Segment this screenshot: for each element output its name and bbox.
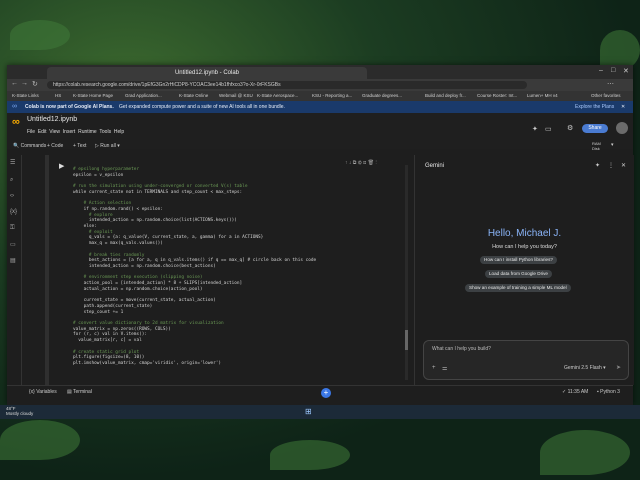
suggestion-chip[interactable]: Show an example of training a simple ML …: [465, 284, 571, 292]
address-bar[interactable]: https://colab.research.google.com/drive/…: [47, 81, 527, 89]
bookmark[interactable]: Webmail @ KSU: [219, 92, 253, 100]
gemini-input-box[interactable]: What can I help you build? + ⚌ Gemini 2.…: [423, 340, 629, 380]
add-cell-button[interactable]: +: [321, 388, 331, 398]
maximize-icon[interactable]: □: [611, 67, 615, 74]
close-icon[interactable]: ✕: [621, 162, 626, 169]
menu-tools[interactable]: Tools: [99, 129, 111, 135]
toolbar-chevron-down-icon[interactable]: ▾: [611, 142, 614, 148]
reload-icon[interactable]: ↻: [32, 80, 38, 88]
menu-view[interactable]: View: [49, 129, 60, 135]
bookmark-other[interactable]: Other favorites: [591, 92, 621, 100]
bookmark[interactable]: Grad Application...: [125, 92, 162, 100]
terminal-button[interactable]: ▤ Terminal: [67, 386, 92, 398]
tab-strip: Untitled12.ipynb - Colab – □ ✕: [7, 65, 633, 79]
run-cell-icon[interactable]: ▶: [59, 162, 64, 170]
menu-file[interactable]: File: [27, 129, 35, 135]
cell-toolbar[interactable]: ↑ ↓ ⧉ ⚙ ⊡ 🗑 ⋮: [345, 160, 377, 166]
cell-gutter: [45, 155, 49, 385]
add-code-button[interactable]: + Code: [47, 143, 63, 149]
bookmarks-bar: K-State Links HS K-State Home Page Grad …: [7, 91, 633, 101]
bookmark[interactable]: HS: [55, 92, 61, 100]
code-editor[interactable]: # epsilong hyperparameter epsilon = v_eps…: [73, 167, 403, 367]
table-of-contents-icon[interactable]: ☰: [10, 159, 15, 166]
menu-runtime[interactable]: Runtime: [78, 129, 97, 135]
menu-help[interactable]: Help: [114, 129, 124, 135]
bookmark[interactable]: Lumen+ MH v4: [527, 92, 558, 100]
forward-icon[interactable]: →: [21, 80, 28, 87]
bookmark[interactable]: Course Roster: Int...: [477, 92, 517, 100]
colab-logo-icon: ∞: [12, 103, 17, 110]
gemini-spark-icon[interactable]: ✦: [595, 162, 600, 169]
tune-icon[interactable]: ⚌: [442, 365, 447, 372]
browser-tab[interactable]: Untitled12.ipynb - Colab: [47, 67, 367, 79]
add-icon[interactable]: +: [432, 365, 436, 371]
terminal-icon[interactable]: ▤: [10, 257, 16, 264]
colab-logo-icon[interactable]: ∞: [12, 116, 20, 128]
explore-plans-link[interactable]: Explore the Plans: [575, 101, 614, 113]
model-selector[interactable]: Gemini 2.5 Flash ▾: [564, 365, 606, 371]
gemini-spark-icon[interactable]: ✦: [532, 125, 538, 133]
code-icon[interactable]: ‹›: [10, 193, 14, 199]
browser-window: Untitled12.ipynb - Colab – □ ✕ ← → ↻ htt…: [7, 65, 634, 405]
gemini-panel: Gemini ✦ ⋮ ✕ Hello, Michael J. How can I…: [414, 155, 634, 385]
bookmark[interactable]: K-State Home Page: [73, 92, 113, 100]
send-icon[interactable]: ➤: [616, 364, 621, 371]
bookmark[interactable]: K-State Links: [12, 92, 39, 100]
left-sidebar: ☰ ⌕ ‹› {x} ⚿ ▭ ▤: [7, 155, 22, 385]
add-text-button[interactable]: + Text: [73, 143, 86, 149]
gemini-greeting: Hello, Michael J.: [487, 228, 562, 239]
bookmark[interactable]: K-State Aerospace...: [257, 92, 298, 100]
key-icon[interactable]: ⚿: [10, 225, 15, 232]
code-line[interactable]: plt.imshow(value_matrix, cmap='viridis',…: [73, 361, 403, 367]
avatar[interactable]: [616, 122, 628, 134]
variables-button[interactable]: {x} Variables: [29, 386, 57, 398]
bookmark[interactable]: KSU - Reporting a...: [312, 92, 352, 100]
bookmark[interactable]: Graduate degrees...: [362, 92, 402, 100]
gemini-subtitle: How can I help you today?: [492, 244, 557, 250]
more-vert-icon[interactable]: ⋮: [608, 162, 614, 169]
suggestion-chip[interactable]: How can I install Python libraries?: [480, 256, 557, 264]
banner-text: Colab is now part of Google AI Plans.: [25, 104, 114, 110]
banner-subtext: Get expanded compute power and a suite o…: [119, 104, 285, 110]
editor-scrollbar[interactable]: [405, 165, 408, 380]
menu-insert[interactable]: Insert: [63, 129, 76, 135]
gemini-input[interactable]: What can I help you build?: [432, 346, 491, 352]
runtime-label[interactable]: ▪ Python 3: [597, 386, 620, 398]
menu-bar: File Edit View Insert Runtime Tools Help: [27, 129, 124, 135]
execution-time: ✓ 11:35 AM: [562, 389, 589, 395]
notebook-title[interactable]: Untitled12.ipynb: [27, 116, 77, 123]
bookmark[interactable]: K-State Online: [179, 92, 208, 100]
share-button[interactable]: Share: [582, 124, 608, 133]
close-banner-icon[interactable]: ✕: [621, 101, 625, 113]
ram-disk-indicator[interactable]: RAM Disk: [592, 141, 601, 151]
promo-banner: ∞ Colab is now part of Google AI Plans. …: [7, 101, 633, 113]
suggestion-chip[interactable]: Load data from Google Drive: [485, 270, 552, 278]
run-all-button[interactable]: ▷ Run all ▾: [95, 143, 120, 149]
gemini-title: Gemini: [425, 163, 445, 169]
close-window-icon[interactable]: ✕: [623, 67, 629, 75]
search-icon[interactable]: ⌕: [10, 177, 13, 184]
status-bar: {x} Variables ▤ Terminal ✓ 11:35 AM ▪ Py…: [7, 385, 633, 398]
comment-icon[interactable]: ▭: [545, 125, 552, 133]
back-icon[interactable]: ←: [11, 80, 18, 87]
taskbar: 48°F Mostly cloudy ⊞: [0, 405, 640, 419]
more-icon[interactable]: ⋯: [607, 80, 614, 88]
folder-icon[interactable]: ▭: [10, 241, 16, 248]
menu-edit[interactable]: Edit: [38, 129, 47, 135]
navigation-bar: ← → ↻ https://colab.research.google.com/…: [7, 79, 633, 91]
bookmark[interactable]: Build and deploy fr...: [425, 92, 466, 100]
minimize-icon[interactable]: –: [599, 67, 603, 74]
commands-button[interactable]: 🔍 Commands: [13, 143, 46, 149]
gear-icon[interactable]: ⚙: [567, 124, 573, 132]
weather-widget[interactable]: 48°F Mostly cloudy: [6, 406, 33, 416]
windows-start-icon[interactable]: ⊞: [305, 407, 312, 416]
variables-icon[interactable]: {x}: [10, 209, 17, 215]
